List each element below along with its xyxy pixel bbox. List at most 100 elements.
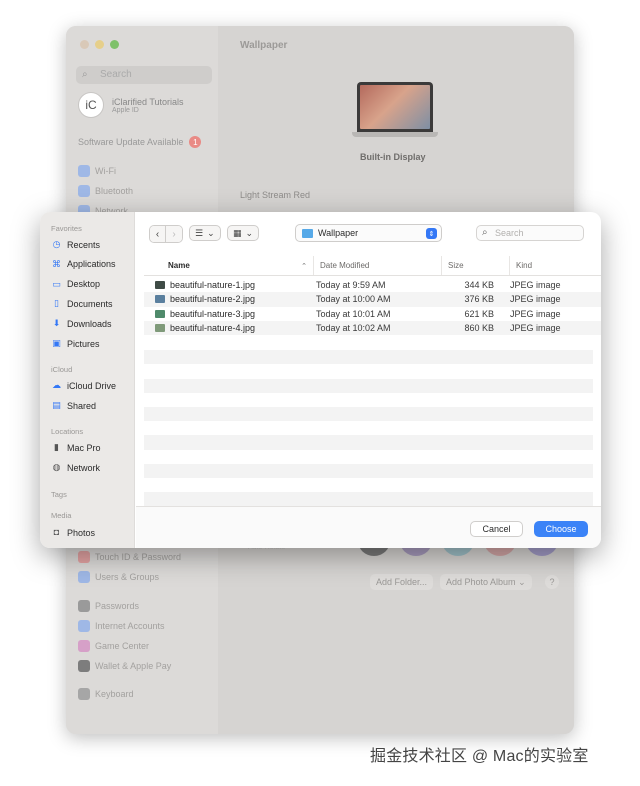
zoom-window-button[interactable]	[110, 40, 119, 49]
search-icon: ⌕	[482, 227, 488, 238]
internet-accounts-icon	[78, 620, 90, 632]
apple-id-account[interactable]: iC iClarified Tutorials Apple ID	[78, 92, 184, 118]
settings-item-label: Wi-Fi	[95, 166, 116, 176]
watermark-text: 掘金技术社区 @ Mac的实验室	[370, 748, 589, 765]
page-title: Wallpaper	[240, 40, 288, 51]
close-window-button[interactable]	[80, 40, 89, 49]
minimize-window-button[interactable]	[95, 40, 104, 49]
users-groups-icon	[78, 571, 90, 583]
sidebar-item-mac-pro[interactable]: ▮ Mac Pro	[51, 442, 101, 453]
settings-item-wallet-apple-pay[interactable]: Wallet & Apple Pay	[78, 660, 171, 672]
sidebar-item-applications[interactable]: ⌘ Applications	[51, 259, 116, 270]
table-row[interactable]: beautiful-nature-2.jpg Today at 10:00 AM 3…	[144, 292, 601, 307]
grid-view-icon: ▦	[233, 227, 242, 238]
add-photo-album-button[interactable]: Add Photo Album ⌄	[440, 574, 532, 590]
help-button[interactable]: ?	[545, 575, 559, 589]
settings-search-input[interactable]: ⌕ Search	[76, 66, 212, 84]
settings-item-internet-accounts[interactable]: Internet Accounts	[78, 620, 165, 632]
file-name: beautiful-nature-2.jpg	[170, 294, 256, 305]
settings-item-label: Internet Accounts	[95, 621, 165, 631]
settings-item-passwords[interactable]: Passwords	[78, 600, 139, 612]
choose-button[interactable]: Choose	[534, 521, 588, 537]
downloads-icon: ⬇	[52, 318, 61, 329]
file-name-cell: beautiful-nature-4.jpg	[144, 323, 306, 333]
sidebar-item-pictures[interactable]: ▣ Pictures	[51, 338, 99, 349]
sidebar-item-icloud-drive[interactable]: ☁ iCloud Drive	[51, 380, 116, 391]
open-file-dialog: Favorites ◷ Recents ⌘ Applications ▭ Desktop ▯…	[40, 212, 601, 548]
image-file-icon	[155, 309, 165, 318]
sidebar-item-documents[interactable]: ▯ Documents	[51, 298, 113, 309]
media-header: Media	[51, 511, 72, 520]
settings-item-label: Touch ID & Password	[95, 552, 182, 562]
file-date: Today at 9:59 AM	[316, 280, 386, 291]
shared-folder-icon: ▤	[52, 400, 61, 410]
column-kind-header[interactable]: Kind	[510, 256, 532, 275]
file-kind: JPEG image	[510, 280, 561, 291]
sidebar-item-label: Shared	[67, 400, 97, 411]
cloud-icon: ☁	[52, 380, 61, 390]
file-date: Today at 10:01 AM	[316, 308, 391, 319]
display-preview	[352, 82, 438, 140]
sidebar-item-label: Network	[67, 462, 101, 473]
mac-pro-icon: ▮	[54, 442, 59, 452]
sidebar-item-label: Applications	[67, 259, 116, 270]
dialog-footer: Cancel Choose	[136, 506, 601, 548]
cancel-button[interactable]: Cancel	[470, 521, 523, 537]
image-file-icon	[155, 295, 165, 304]
settings-item-label: Users & Groups	[95, 572, 160, 582]
image-file-icon	[155, 324, 165, 333]
settings-item-users-groups[interactable]: Users & Groups	[78, 571, 159, 583]
sort-chevron-icon: ⌃	[301, 262, 307, 270]
icloud-header: iCloud	[51, 365, 73, 374]
sidebar-item-photos[interactable]: ◘ Photos	[51, 527, 95, 538]
column-size-header[interactable]: Size	[442, 256, 510, 275]
settings-item-label: Keyboard	[95, 689, 134, 699]
sidebar-item-downloads[interactable]: ⬇ Downloads	[51, 318, 112, 329]
wi-fi-icon	[78, 165, 90, 177]
file-name-cell: beautiful-nature-1.jpg	[144, 280, 306, 290]
table-row[interactable]: beautiful-nature-3.jpg Today at 10:01 AM 6…	[144, 306, 601, 321]
sidebar-item-label: Photos	[67, 527, 96, 538]
sidebar-item-recents[interactable]: ◷ Recents	[51, 239, 100, 250]
sidebar-item-desktop[interactable]: ▭ Desktop	[51, 279, 100, 290]
settings-item-touch-id-password[interactable]: Touch ID & Password	[78, 551, 181, 563]
camera-icon: ◘	[53, 527, 60, 537]
sidebar-item-network[interactable]: ◍ Network	[51, 462, 100, 473]
folder-icon	[302, 228, 313, 238]
add-folder-button[interactable]: Add Folder...	[370, 574, 434, 590]
settings-item-label: Wallet & Apple Pay	[95, 661, 172, 671]
file-kind: JPEG image	[510, 308, 561, 319]
list-view-button[interactable]: ☰ ⌄	[189, 225, 221, 241]
bluetooth-icon	[78, 185, 90, 197]
sidebar-item-shared[interactable]: ▤ Shared	[51, 400, 96, 411]
file-name-cell: beautiful-nature-2.jpg	[144, 294, 306, 304]
column-date-header[interactable]: Date Modified	[314, 256, 442, 275]
settings-item-game-center[interactable]: Game Center	[78, 640, 149, 652]
table-row[interactable]: beautiful-nature-4.jpg Today at 10:02 AM 8…	[144, 320, 601, 336]
forward-button[interactable]: ›	[166, 226, 182, 242]
table-row[interactable]: beautiful-nature-1.jpg Today at 9:59 AM 34…	[144, 278, 601, 293]
back-button[interactable]: ‹	[150, 226, 166, 242]
settings-item-wi-fi[interactable]: Wi-Fi	[78, 165, 116, 177]
file-size: 860 KB	[464, 323, 494, 334]
file-date: Today at 10:00 AM	[316, 294, 391, 305]
dialog-search-input[interactable]: ⌕ Search	[476, 225, 584, 241]
sidebar-item-label: Downloads	[67, 318, 112, 329]
list-view-icon: ☰	[195, 227, 204, 238]
settings-item-keyboard[interactable]: Keyboard	[78, 688, 134, 700]
pictures-icon: ▣	[52, 338, 61, 348]
window-controls	[80, 40, 119, 49]
settings-item-bluetooth[interactable]: Bluetooth	[78, 185, 133, 197]
file-name: beautiful-nature-4.jpg	[170, 323, 256, 334]
history-nav: ‹ ›	[149, 225, 183, 243]
group-view-button[interactable]: ▦ ⌄	[227, 225, 260, 241]
location-popup[interactable]: Wallpaper ⇕	[295, 224, 442, 242]
column-name-header[interactable]: Name ⌃	[144, 256, 314, 275]
file-size: 376 KB	[464, 294, 494, 305]
account-name: iClarified Tutorials	[112, 96, 184, 107]
wallet-apple-pay-icon	[78, 660, 90, 672]
image-file-icon	[155, 281, 165, 290]
chevron-down-icon: ⌄	[245, 227, 254, 238]
software-update-item[interactable]: Software Update Available 1	[78, 136, 202, 148]
display-label: Built-in Display	[360, 152, 426, 162]
